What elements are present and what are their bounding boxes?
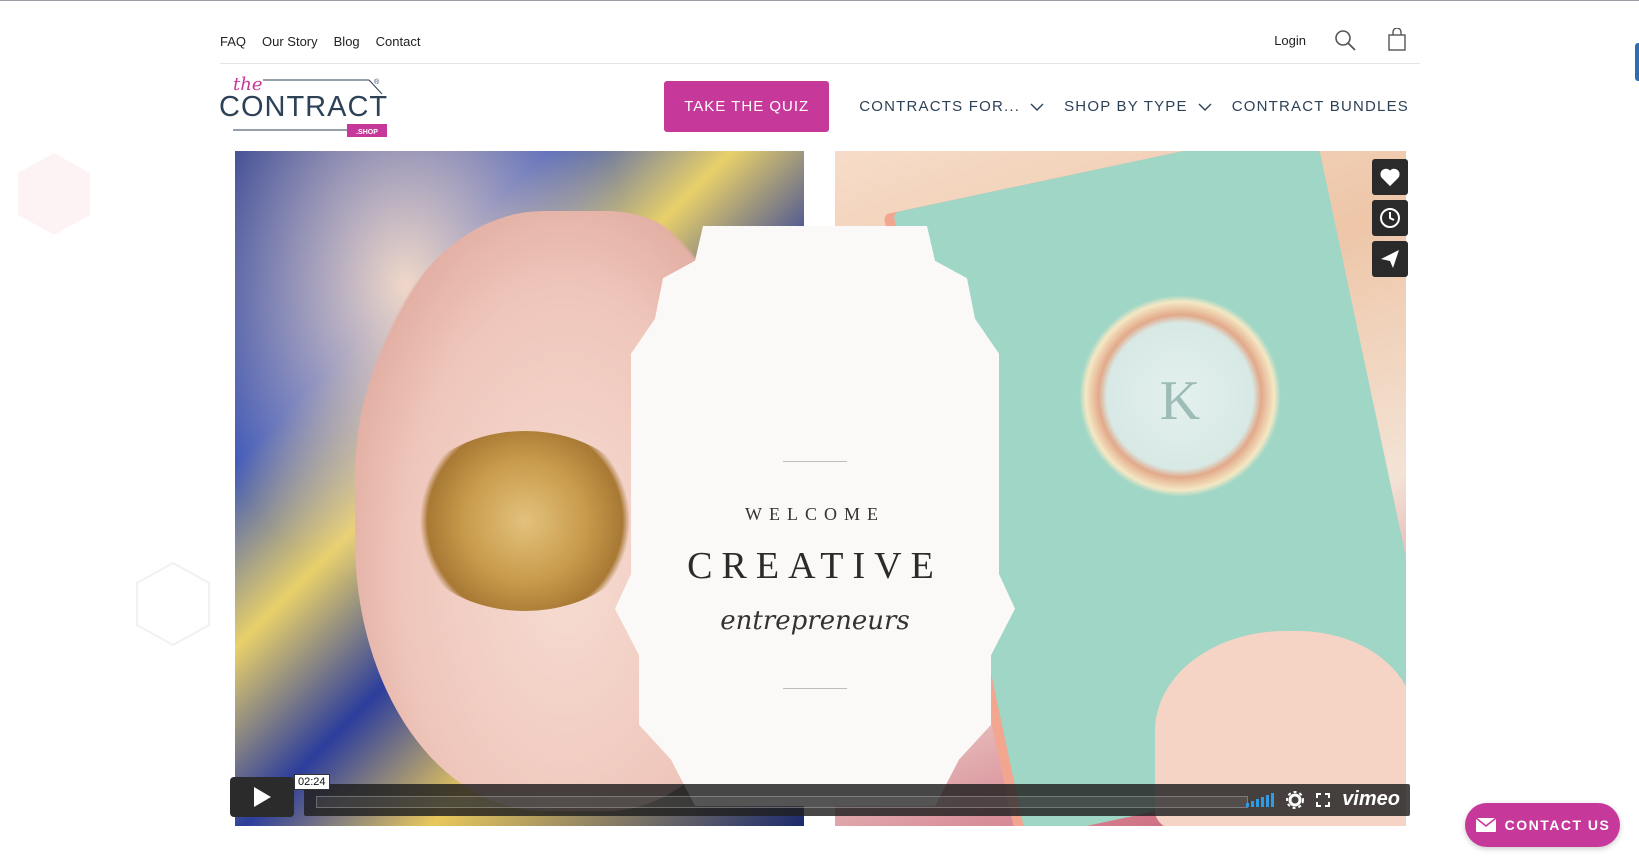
- clock-icon: [1380, 208, 1400, 228]
- utility-links: FAQ Our Story Blog Contact: [220, 34, 420, 49]
- control-bar: vimeo: [304, 784, 1410, 816]
- crest-monogram: K: [1160, 370, 1200, 432]
- divider: [783, 461, 847, 462]
- logo-wordmark: CONTRACT: [219, 91, 388, 123]
- vimeo-logo[interactable]: vimeo: [1342, 788, 1400, 811]
- logo-registered: ®: [374, 78, 380, 86]
- creative-heading: CREATIVE: [687, 545, 943, 587]
- play-button[interactable]: [230, 777, 294, 817]
- faq-link[interactable]: FAQ: [220, 34, 246, 49]
- utility-actions: Login: [1274, 27, 1410, 53]
- nav-contracts-for-label: CONTRACTS FOR...: [859, 98, 1021, 115]
- progress-track[interactable]: [316, 796, 1248, 808]
- nav-contract-bundles-label: CONTRACT BUNDLES: [1231, 98, 1409, 115]
- welcome-card: WELCOME CREATIVE entrepreneurs: [615, 226, 1015, 806]
- send-icon: [1381, 250, 1399, 268]
- envelope-icon: [1475, 817, 1497, 832]
- contact-us-label: CONTACT US: [1504, 817, 1611, 833]
- settings-gear-icon[interactable]: [1286, 790, 1305, 809]
- chevron-down-icon: [1198, 103, 1212, 111]
- time-display: 02:24: [294, 774, 330, 790]
- nav-shop-by-type-label: SHOP BY TYPE: [1064, 98, 1188, 115]
- decorative-hexagon-outline: [136, 561, 210, 647]
- welcome-text: WELCOME: [745, 504, 885, 524]
- volume-icon[interactable]: [1246, 792, 1275, 807]
- share-button[interactable]: [1372, 241, 1408, 277]
- player-buttons: vimeo: [1246, 788, 1400, 811]
- shopping-bag-icon[interactable]: [1384, 27, 1410, 53]
- main-nav: TAKE THE QUIZ CONTRACTS FOR... SHOP BY T…: [664, 81, 1419, 132]
- fullscreen-icon[interactable]: [1316, 792, 1331, 807]
- notebook-crest: K: [1065, 281, 1295, 511]
- watch-later-button[interactable]: [1372, 200, 1408, 236]
- logo-tag: .SHOP: [356, 129, 378, 136]
- play-icon: [254, 787, 271, 807]
- search-icon[interactable]: [1332, 27, 1358, 53]
- our-story-link[interactable]: Our Story: [262, 34, 318, 49]
- divider: [783, 688, 847, 689]
- nav-shop-by-type[interactable]: SHOP BY TYPE: [1064, 81, 1212, 132]
- like-button[interactable]: [1372, 159, 1408, 195]
- decorative-hexagon: [18, 153, 90, 235]
- nav-contracts-for[interactable]: CONTRACTS FOR...: [859, 81, 1044, 132]
- contact-us-button[interactable]: CONTACT US: [1465, 803, 1620, 847]
- heart-icon: [1380, 168, 1400, 187]
- utility-bar: FAQ Our Story Blog Contact Login: [220, 1, 1420, 64]
- hero-video[interactable]: K WELCOME CREATIVE entrepreneurs: [235, 151, 1406, 826]
- entrepreneurs-script: entrepreneurs: [720, 606, 910, 636]
- nav-contract-bundles[interactable]: CONTRACT BUNDLES: [1232, 81, 1409, 132]
- contact-link[interactable]: Contact: [376, 34, 421, 49]
- take-the-quiz-button[interactable]: TAKE THE QUIZ: [664, 81, 830, 132]
- login-link[interactable]: Login: [1274, 33, 1306, 48]
- side-edge-tab[interactable]: [1635, 43, 1639, 81]
- video-controls: vimeo 02:24: [230, 774, 1410, 817]
- site-logo[interactable]: the CONTRACT ® .SHOP: [219, 72, 394, 142]
- blog-link[interactable]: Blog: [334, 34, 360, 49]
- video-side-tools: [1372, 159, 1408, 277]
- chevron-down-icon: [1030, 103, 1044, 111]
